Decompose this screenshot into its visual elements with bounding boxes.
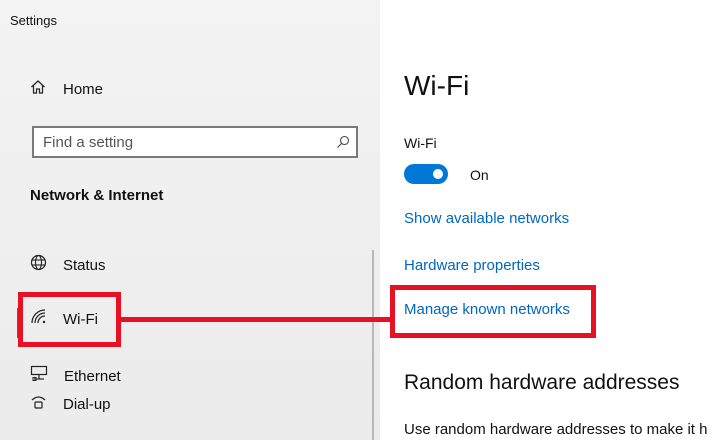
sidebar-scrollbar[interactable]	[372, 250, 374, 440]
nav-home[interactable]: Home	[30, 76, 103, 102]
sidebar: Settings Home Network & Internet	[0, 0, 380, 440]
wifi-icon	[30, 308, 47, 330]
home-icon	[30, 79, 46, 100]
section-heading: Network & Internet	[30, 187, 164, 204]
sidebar-item-label: Dial-up	[63, 395, 111, 413]
nav-home-label: Home	[63, 80, 104, 98]
random-hardware-heading: Random hardware addresses	[404, 371, 680, 394]
dialup-icon	[30, 393, 47, 415]
wifi-toggle-state: On	[470, 167, 489, 183]
selected-indicator	[17, 308, 21, 338]
sidebar-item-label: Status	[63, 256, 106, 274]
sidebar-item-label: Ethernet	[64, 367, 121, 385]
show-available-networks-link[interactable]: Show available networks	[404, 210, 569, 227]
sidebar-item-label: Wi-Fi	[63, 310, 98, 328]
search-icon[interactable]	[330, 135, 356, 149]
page-title: Wi-Fi	[404, 70, 470, 101]
window-title: Settings	[10, 13, 57, 28]
ethernet-icon	[30, 365, 48, 387]
wifi-toggle[interactable]	[404, 164, 448, 184]
search-box[interactable]	[32, 126, 358, 158]
toggle-knob	[433, 169, 443, 179]
main-content: Wi-Fi Wi-Fi On Show available networks H…	[380, 0, 726, 440]
globe-icon	[30, 254, 47, 276]
wifi-toggle-label: Wi-Fi	[404, 135, 437, 151]
sidebar-item-status[interactable]: Status	[30, 250, 106, 280]
sidebar-item-ethernet[interactable]: Ethernet	[30, 361, 121, 391]
hardware-properties-link[interactable]: Hardware properties	[404, 257, 540, 274]
manage-known-networks-link[interactable]: Manage known networks	[404, 301, 570, 318]
sidebar-item-wifi[interactable]: Wi-Fi	[30, 304, 98, 334]
random-hardware-description: Use random hardware addresses to make it…	[404, 421, 708, 438]
search-input[interactable]	[34, 128, 330, 156]
sidebar-item-dialup[interactable]: Dial-up	[30, 389, 111, 419]
